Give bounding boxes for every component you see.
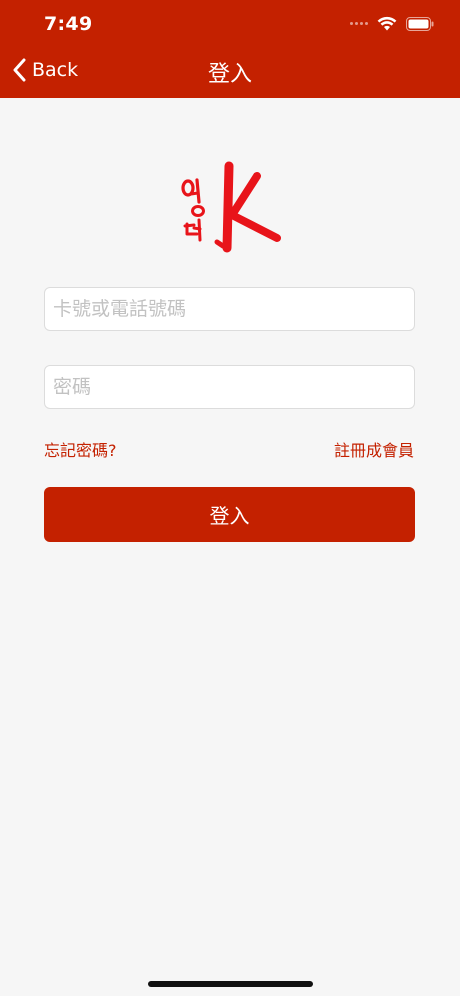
signal-icon <box>350 22 368 25</box>
battery-icon <box>406 16 434 31</box>
login-button[interactable]: 登入 <box>44 487 415 542</box>
wifi-icon <box>377 16 397 31</box>
status-icons <box>350 16 434 31</box>
password-input[interactable] <box>44 365 415 409</box>
card-phone-input[interactable] <box>44 287 415 331</box>
header: 7:49 Back 登入 <box>0 0 460 98</box>
status-time: 7:49 <box>44 13 93 35</box>
home-indicator[interactable] <box>148 981 313 987</box>
brand-logo-icon <box>181 161 281 253</box>
page-title: 登入 <box>207 62 252 87</box>
forgot-password-link[interactable]: 忘記密碼? <box>44 437 117 461</box>
register-link[interactable]: 註冊成會員 <box>334 437 414 461</box>
